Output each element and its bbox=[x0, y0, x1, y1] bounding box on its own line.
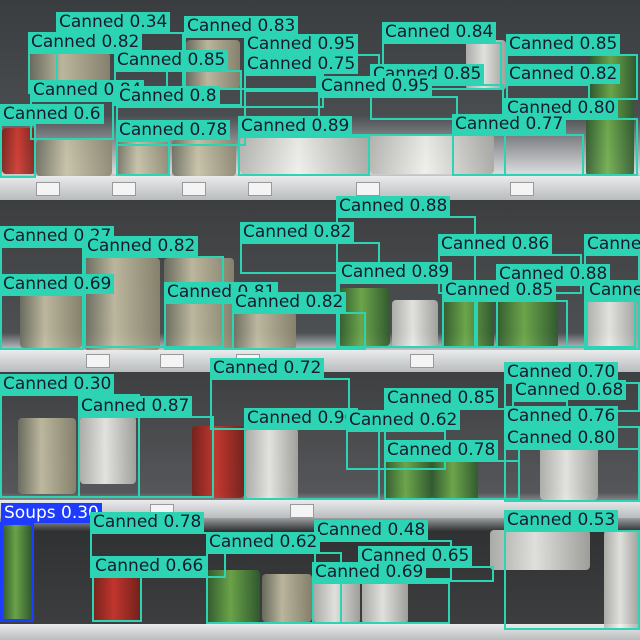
detection-box: Canned 0.80 bbox=[504, 428, 640, 502]
price-tag bbox=[112, 182, 136, 196]
detection-box: Canned 0.87 bbox=[78, 396, 214, 498]
detection-label: Canned 0.70 bbox=[504, 362, 619, 382]
detection-label: Canned 0.80 bbox=[504, 428, 619, 448]
detection-label: Canned 0.62 bbox=[346, 410, 461, 430]
detection-label: Canned 0.82 bbox=[232, 292, 347, 312]
detection-label: Canned 0.6 bbox=[0, 104, 104, 124]
detection-label: Canned 0.85 bbox=[442, 280, 557, 300]
detection-label: Canned 0.53 bbox=[504, 510, 619, 530]
detection-label: Canned 0.34 bbox=[56, 12, 171, 32]
detection-label: Canned 0.77 bbox=[452, 114, 567, 134]
detection-box: Canned 0.89 bbox=[238, 116, 370, 176]
detection-box: Canned 0.75 bbox=[244, 54, 359, 108]
detection-label: Canned 0.85 bbox=[506, 34, 621, 54]
detection-box: Canned 0.69 bbox=[312, 562, 450, 624]
detection-label: Canned 0.86 bbox=[438, 234, 553, 254]
detection-label: Canned 0.82 bbox=[28, 32, 143, 52]
detection-label: Canned 0.66 bbox=[92, 556, 207, 576]
detection-box: Canned 0.53 bbox=[504, 510, 640, 630]
detection-label: Canned 0.89 bbox=[238, 116, 353, 136]
price-tag bbox=[290, 504, 314, 518]
detection-label: Canned 0.78 bbox=[90, 512, 205, 532]
detection-label: Canned 0.95 bbox=[318, 76, 433, 96]
detection-box: Canned 0.78 bbox=[384, 440, 520, 500]
detection-label: Canned 0.90 bbox=[244, 408, 359, 428]
shelf-photo: Canned 0.34 Canned 0.83 Canned 0.84 Cann… bbox=[0, 0, 640, 640]
detection-label: Canned 0.30 bbox=[0, 374, 115, 394]
detection-label: Soups 0.30 bbox=[1, 503, 102, 523]
detection-label: Canned 0.79 bbox=[586, 280, 640, 300]
price-tag bbox=[160, 354, 184, 368]
detection-box: Canned 0.6 bbox=[0, 104, 104, 178]
detection-label: Canned 0.69 bbox=[312, 562, 427, 582]
detection-box: Canned 0.81 bbox=[164, 282, 279, 350]
detection-label: Canned 0.88 bbox=[336, 196, 451, 216]
detection-label: Canned 0.8 bbox=[116, 86, 220, 106]
detection-label: Canned 0.62 bbox=[206, 532, 321, 552]
detection-label: Canned 0.48 bbox=[314, 520, 429, 540]
detection-label: Canned 0.95 bbox=[244, 34, 359, 54]
detection-label: Canned 0.69 bbox=[0, 274, 115, 294]
price-tag bbox=[36, 182, 60, 196]
detection-label: Canned 0.82 bbox=[240, 222, 355, 242]
detection-label: Canned 0.84 bbox=[382, 22, 497, 42]
detection-box: Canned 0.78 bbox=[116, 120, 231, 176]
detection-box: Canned 0.69 bbox=[0, 274, 115, 350]
detection-label: Canned 0.68 bbox=[512, 380, 627, 400]
detection-label: Canned 0.83 bbox=[584, 234, 640, 254]
detection-label: Canned 0.76 bbox=[504, 406, 619, 426]
detection-box: Canned 0.82 bbox=[232, 292, 366, 350]
detection-label: Canned 0.72 bbox=[210, 358, 325, 378]
can-product bbox=[36, 140, 112, 176]
shelf-edge bbox=[0, 176, 640, 200]
detection-label: Canned 0.82 bbox=[506, 64, 621, 84]
detection-label: Canned 0.87 bbox=[78, 396, 193, 416]
price-tag bbox=[86, 354, 110, 368]
price-tag bbox=[510, 182, 534, 196]
detection-box: Canned 0.77 bbox=[452, 114, 584, 176]
detection-box-soup: Soups 0.30 bbox=[0, 503, 102, 622]
detection-label: Canned 0.78 bbox=[384, 440, 499, 460]
detection-box: Canned 0.85 bbox=[442, 280, 568, 348]
detection-label: Canned 0.85 bbox=[384, 388, 499, 408]
price-tag bbox=[356, 182, 380, 196]
detection-box: Canned 0.66 bbox=[92, 556, 207, 622]
detection-label: Canned 0.75 bbox=[244, 54, 359, 74]
detection-label: Canned 0.89 bbox=[338, 262, 453, 282]
detection-box: Canned 0.79 bbox=[586, 280, 640, 350]
detection-label: Canned 0.78 bbox=[116, 120, 231, 140]
price-tag bbox=[410, 354, 434, 368]
detection-label: Canned 0.85 bbox=[114, 50, 229, 70]
detection-label: Canned 0.82 bbox=[84, 236, 199, 256]
detection-label: Canned 0.83 bbox=[184, 16, 299, 36]
price-tag bbox=[248, 182, 272, 196]
price-tag bbox=[182, 182, 206, 196]
